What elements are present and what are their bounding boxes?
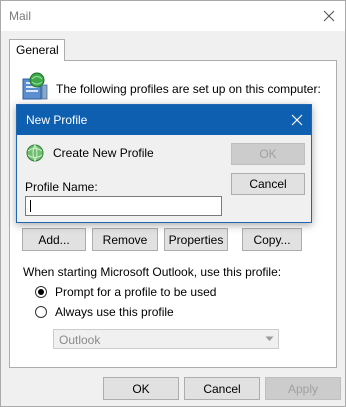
close-icon xyxy=(291,114,303,126)
profiles-heading: The following profiles are set up on thi… xyxy=(56,82,321,96)
properties-button[interactable]: Properties xyxy=(164,228,228,251)
mail-apply-button[interactable]: Apply xyxy=(265,377,341,400)
mail-cancel-button[interactable]: Cancel xyxy=(184,377,260,400)
radio-always-label: Always use this profile xyxy=(55,305,174,319)
mail-close-button[interactable] xyxy=(319,6,339,26)
mail-titlebar: Mail xyxy=(1,1,345,31)
radio-prompt-label: Prompt for a profile to be used xyxy=(55,285,217,299)
profile-select-value: Outlook xyxy=(59,333,101,347)
new-profile-ok-button[interactable]: OK xyxy=(231,143,305,165)
select-arrow xyxy=(261,330,278,348)
radio-prompt-row[interactable]: Prompt for a profile to be used xyxy=(35,284,216,300)
tab-general-label: General xyxy=(16,43,59,57)
copy-button[interactable]: Copy... xyxy=(242,228,302,251)
new-profile-title: New Profile xyxy=(26,113,88,127)
profiles-icon xyxy=(22,72,48,100)
remove-button[interactable]: Remove xyxy=(92,228,158,251)
profile-name-input[interactable] xyxy=(25,196,222,216)
profile-select: Outlook xyxy=(53,329,279,349)
startup-label: When starting Microsoft Outlook, use thi… xyxy=(23,265,282,279)
radio-always-row[interactable]: Always use this profile xyxy=(35,304,174,320)
new-profile-titlebar: New Profile xyxy=(17,105,311,135)
tab-general[interactable]: General xyxy=(9,39,65,61)
text-caret xyxy=(30,200,31,212)
radio-prompt[interactable] xyxy=(35,286,47,298)
chevron-down-icon xyxy=(265,336,274,341)
new-profile-cancel-button[interactable]: Cancel xyxy=(231,173,305,195)
profile-name-label: Profile Name: xyxy=(25,180,98,194)
globe-icon xyxy=(26,144,44,162)
new-profile-dialog: New Profile Create New Profile OK Cancel… xyxy=(16,104,312,223)
mail-title: Mail xyxy=(9,9,32,23)
mail-ok-button[interactable]: OK xyxy=(103,377,179,400)
radio-always[interactable] xyxy=(35,306,47,318)
new-profile-close-button[interactable] xyxy=(287,110,307,130)
new-profile-heading: Create New Profile xyxy=(53,146,154,160)
close-icon xyxy=(323,10,335,22)
add-button[interactable]: Add... xyxy=(22,228,86,251)
